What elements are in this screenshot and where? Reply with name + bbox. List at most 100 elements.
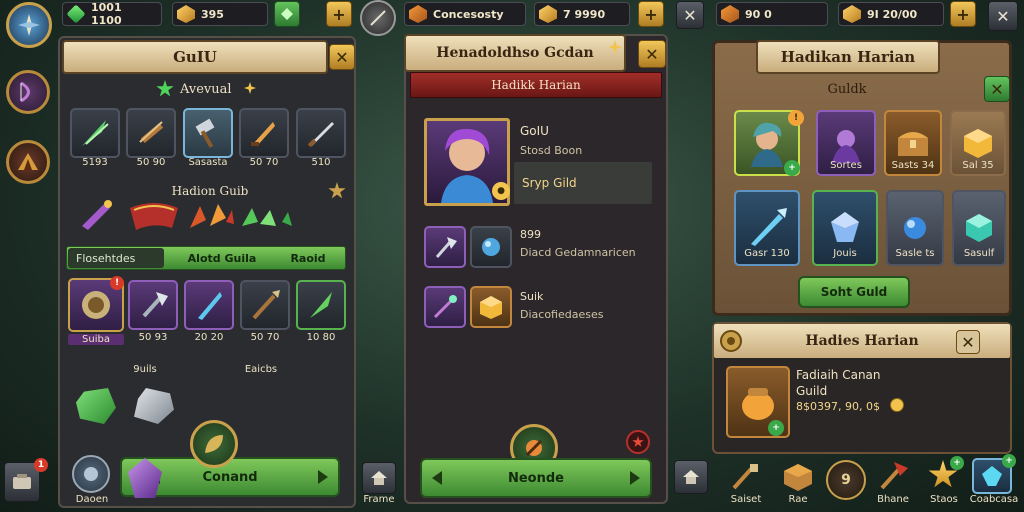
item-slot-ice-blade[interactable]: [184, 280, 234, 330]
right-close-top-button[interactable]: ✕: [988, 1, 1018, 31]
notification-badge: 1: [34, 458, 48, 472]
tent-icon: [18, 153, 38, 170]
left-emblem-button[interactable]: [190, 420, 238, 468]
mid-item-1b[interactable]: [470, 226, 512, 268]
section-label: Eaicbs: [244, 364, 278, 375]
right-item-label: Jouis: [833, 248, 857, 259]
compass-avatar-button[interactable]: [6, 2, 52, 48]
silver-axe-icon: [435, 237, 457, 258]
item-label: 50 93: [138, 332, 168, 343]
right-title-text: Hadikan Harian: [780, 48, 916, 66]
mid-banner-text: Hadikk Harian: [491, 78, 581, 92]
mid-item-2a[interactable]: [424, 286, 466, 328]
tab-raoid[interactable]: Raoid: [272, 248, 344, 268]
right-home-nav-button[interactable]: [674, 460, 708, 494]
nav-sword-icon[interactable]: [730, 462, 762, 492]
hammer-icon: [195, 118, 215, 148]
mid-resource-counter: Concesosty: [404, 2, 526, 26]
tab-alotd-guila[interactable]: Alotd Guila: [176, 248, 268, 268]
amber-icon: [409, 5, 427, 23]
amber-icon: [721, 5, 739, 23]
gold-icon: [177, 5, 195, 23]
nav-center-label: 9: [841, 472, 851, 488]
item-slot-axe[interactable]: [128, 280, 178, 330]
emerald-cube-icon: [966, 214, 992, 242]
coin-icon: [890, 398, 904, 412]
tab-raoid-label: Raoid: [290, 251, 326, 265]
item-label: 50 70: [249, 157, 279, 168]
magic-staff-icon: [433, 295, 457, 319]
leaf-emblem-icon: [205, 435, 223, 453]
hero-line: Stosd Boon: [520, 144, 583, 157]
gold-icon: [843, 5, 861, 23]
item-slot-spear[interactable]: [240, 280, 290, 330]
dagger-icon: [251, 122, 275, 146]
gold-icon: [539, 5, 557, 23]
mid-action-button[interactable]: Neonde: [420, 458, 652, 498]
hero-gold-badge: ●: [492, 182, 510, 200]
compass-icon: [18, 14, 40, 36]
right-item-label: Sal 35: [962, 160, 994, 171]
hero-action-text: Sryp Gild: [522, 176, 577, 190]
item-label: 10 80: [306, 332, 336, 343]
mid-item-2-title: Suik: [520, 290, 544, 303]
left-close-button[interactable]: ✕: [329, 44, 355, 70]
side-menu-bow-button[interactable]: [6, 70, 50, 114]
item-slot-sword[interactable]: [296, 108, 346, 158]
nav-crystal-badge: +: [1002, 454, 1016, 468]
item-slot-hammer[interactable]: [183, 108, 233, 158]
item-slot-emerald-blade[interactable]: [296, 280, 346, 330]
mid-item-1-desc: Diacd Gedamnaricen: [520, 246, 636, 259]
mid-home-nav-button[interactable]: [362, 462, 396, 494]
lower-item-badge: +: [768, 420, 784, 436]
nav-profile-button[interactable]: [72, 455, 110, 493]
red-star-icon: [632, 436, 644, 447]
hero-name: GoIU: [520, 124, 549, 138]
gem-counter: 1001 1100: [62, 1, 162, 27]
mid-action-label: Neonde: [507, 470, 564, 486]
compass-needle-icon: [370, 10, 386, 26]
right-lower-info-icon: [720, 330, 742, 352]
item-label: 20 20: [194, 332, 224, 343]
mid-close-top-button[interactable]: ✕: [676, 1, 704, 29]
middle-panel-title: Henadoldhso Gcdan: [404, 34, 626, 72]
gem-value: 1001 1100: [91, 1, 122, 27]
mid-star-badge[interactable]: [626, 430, 650, 454]
mid-resource-text: Concesosty: [433, 7, 504, 21]
right-confirm-button[interactable]: ✕: [984, 76, 1010, 102]
right-lower-name: Fadiaih Canan: [796, 368, 881, 382]
right-add-gold-button[interactable]: +: [950, 1, 976, 27]
item-slot-leaf-blade[interactable]: [70, 108, 120, 158]
item-label: 50 70: [250, 332, 280, 343]
arrow-right-icon: [630, 471, 640, 485]
right-lower-close-button[interactable]: ✕: [956, 330, 980, 354]
add-gold-button[interactable]: +: [326, 1, 352, 27]
mid-item-2b[interactable]: [470, 286, 512, 328]
item-label: 50 90: [136, 157, 166, 168]
item-label: Sasasta: [188, 157, 228, 168]
gold-value: 395: [201, 7, 224, 21]
nav-center-button[interactable]: 9: [826, 460, 866, 500]
mid-item-1a[interactable]: [424, 226, 466, 268]
gem-shop-button[interactable]: [274, 1, 300, 27]
hero-action-row[interactable]: Sryp Gild: [514, 162, 652, 204]
item-slot-dagger[interactable]: [239, 108, 289, 158]
mid-item-1-title: 899: [520, 228, 541, 241]
right-item-label: Sasts 34: [891, 160, 935, 171]
right-action-button[interactable]: Soht Guld: [798, 276, 910, 308]
item-slot-bow[interactable]: [126, 108, 176, 158]
middle-close-button[interactable]: ✕: [638, 40, 666, 68]
nav-pickaxe-icon[interactable]: [876, 460, 910, 492]
green-shards-icon: [240, 204, 296, 230]
tab-flosehtdes[interactable]: Flosehtdes: [68, 248, 164, 268]
crossbow-icon: [139, 121, 164, 144]
gem-small-icon: [281, 8, 293, 20]
mid-add-gold-button[interactable]: +: [638, 1, 664, 27]
red-gem-badge: !: [110, 276, 124, 290]
gem-icon: [66, 4, 86, 24]
nav-chest-icon[interactable]: [782, 462, 814, 492]
nav-label: Daoen: [75, 494, 109, 505]
side-menu-camp-button[interactable]: [6, 140, 50, 184]
sapphire-orb-icon: [904, 217, 926, 239]
mid-compass-button[interactable]: [360, 0, 396, 36]
